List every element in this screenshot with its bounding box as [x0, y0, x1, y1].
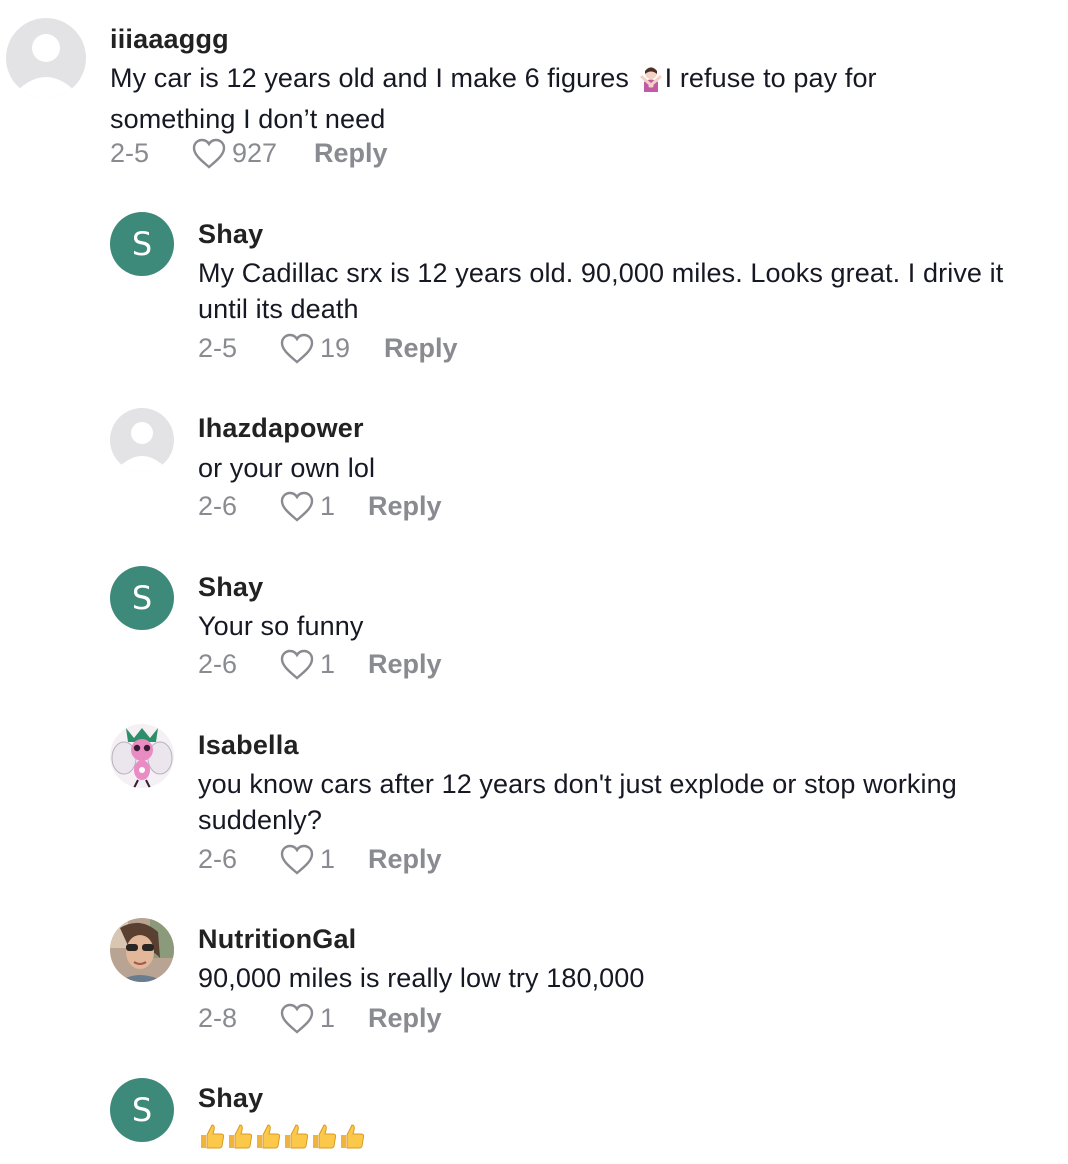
like-button[interactable]: 19	[280, 333, 384, 364]
user-avatar[interactable]	[110, 408, 174, 472]
comment-date: 2-6	[198, 844, 238, 874]
comment-meta: 2-6 1 Reply	[198, 844, 442, 875]
heart-outline-icon	[280, 649, 314, 680]
user-avatar[interactable]	[110, 724, 174, 788]
user-avatar[interactable]	[110, 918, 174, 982]
user-avatar[interactable]: S	[110, 212, 174, 276]
reply-button[interactable]: Reply	[368, 1003, 442, 1034]
like-button[interactable]: 1	[280, 491, 368, 522]
like-count: 1	[320, 649, 336, 679]
avatar-letter: S	[131, 225, 153, 263]
thumbs-up-emoji	[201, 1124, 225, 1149]
like-count: 1	[320, 844, 336, 874]
comment-meta: 2-5 927 Reply	[110, 138, 388, 169]
thumbs-up-emoji	[257, 1124, 281, 1149]
comment-text: My Cadillac srx is 12 years old. 90,000 …	[198, 258, 1004, 324]
like-count: 927	[232, 138, 278, 168]
comment-username[interactable]: Isabella	[198, 730, 299, 761]
heart-outline-icon	[280, 844, 314, 875]
like-button[interactable]: 927	[192, 138, 314, 169]
user-avatar[interactable]	[6, 18, 86, 98]
comment-username[interactable]: iiiaaaggg	[110, 24, 229, 55]
default-avatar-icon	[110, 408, 174, 472]
thumbs-up-emoji	[313, 1124, 337, 1149]
pink-creature-avatar	[110, 724, 174, 788]
comment-text: 90,000 miles is really low try 180,000	[198, 963, 645, 993]
comment-item: iiiaaaggg My car is 12 years old and I m…	[0, 0, 1068, 190]
person-gesturing-no-emoji	[637, 64, 665, 101]
default-avatar-icon	[6, 18, 86, 98]
comment-username[interactable]: Ihazdapower	[198, 413, 364, 444]
avatar-letter: S	[131, 1091, 153, 1129]
comment-date: 2-5	[198, 333, 238, 363]
comment-meta: 2-8 1 Reply	[198, 1003, 442, 1034]
comment-meta: 2-5 19 Reply	[198, 333, 458, 364]
comment-meta: 2-6 1 Reply	[198, 491, 442, 522]
comment-username[interactable]: Shay	[198, 219, 263, 250]
comment-username[interactable]: Shay	[198, 1083, 263, 1114]
reply-button[interactable]: Reply	[384, 333, 458, 364]
heart-outline-icon	[280, 491, 314, 522]
comment-text: or your own lol	[198, 453, 376, 483]
thumbs-up-emoji	[285, 1124, 309, 1149]
like-button[interactable]: 1	[280, 649, 368, 680]
comment-date: 2-6	[198, 491, 238, 521]
thumbs-up-emoji	[341, 1124, 365, 1149]
comment-text-part: My car is 12 years old and I make 6 figu…	[110, 63, 637, 93]
photo-avatar	[110, 918, 174, 982]
reply-button[interactable]: Reply	[368, 844, 442, 875]
comment-username[interactable]: Shay	[198, 572, 263, 603]
reply-button[interactable]: Reply	[368, 491, 442, 522]
avatar-letter: S	[131, 579, 153, 617]
heart-outline-icon	[280, 333, 314, 364]
comment-meta: 2-6 1 Reply	[198, 649, 442, 680]
reply-button[interactable]: Reply	[368, 649, 442, 680]
comment-text: you know cars after 12 years don't just …	[198, 769, 957, 835]
heart-outline-icon	[280, 1003, 314, 1034]
comment-date: 2-6	[198, 649, 238, 679]
like-button[interactable]: 1	[280, 1003, 368, 1034]
comment-username[interactable]: NutritionGal	[198, 924, 356, 955]
like-count: 19	[320, 333, 351, 363]
comment-text: My car is 12 years old and I make 6 figu…	[110, 60, 970, 137]
user-avatar[interactable]: S	[110, 1078, 174, 1142]
comment-text-emoji	[198, 1122, 366, 1152]
comment-text: Your so funny	[198, 611, 364, 641]
user-avatar[interactable]: S	[110, 566, 174, 630]
like-button[interactable]: 1	[280, 844, 368, 875]
like-count: 1	[320, 1003, 336, 1033]
thumbs-up-emoji	[229, 1124, 253, 1149]
comment-date: 2-5	[110, 138, 150, 168]
like-count: 1	[320, 491, 336, 521]
reply-button[interactable]: Reply	[314, 138, 388, 169]
heart-outline-icon	[192, 138, 226, 169]
comment-date: 2-8	[198, 1003, 238, 1033]
